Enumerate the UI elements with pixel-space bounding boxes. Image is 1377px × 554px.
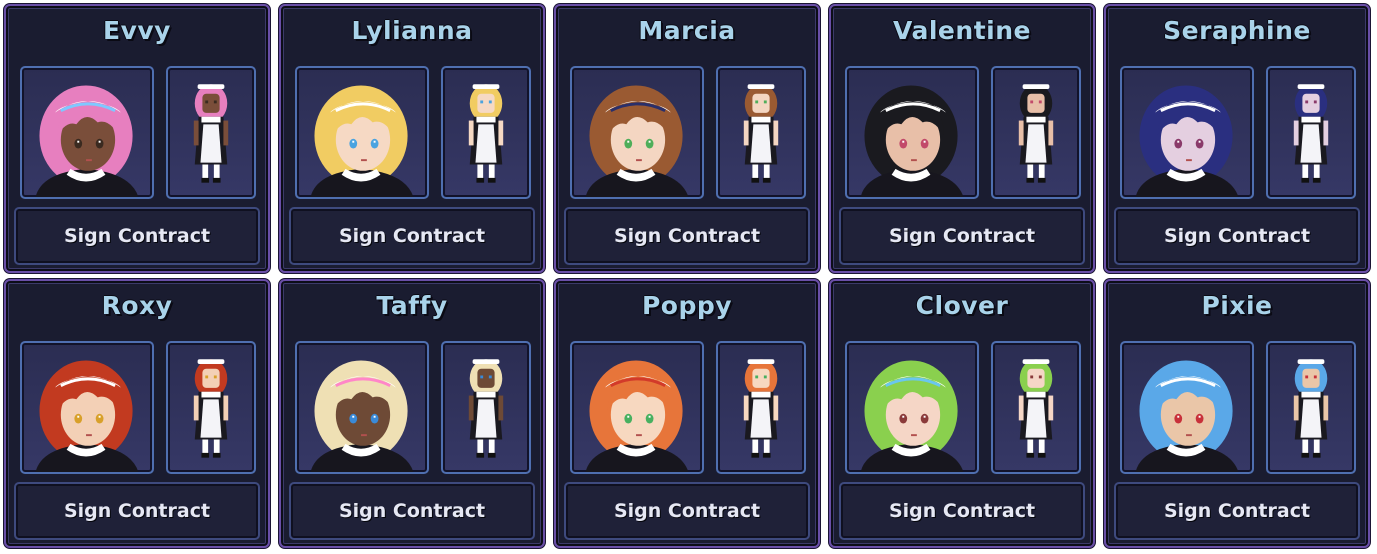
sign-contract-button[interactable]: Sign Contract xyxy=(289,207,535,265)
sprite-frame xyxy=(1266,66,1356,199)
sign-contract-button[interactable]: Sign Contract xyxy=(564,482,810,540)
character-sprite-image xyxy=(1293,359,1329,458)
character-name: Seraphine xyxy=(1163,16,1311,45)
sprite-frame xyxy=(716,341,806,474)
character-name: Lylianna xyxy=(351,16,473,45)
character-sprite-image xyxy=(743,84,779,183)
character-card: Valentine Sign Contract xyxy=(829,4,1095,273)
character-sprite-image xyxy=(1018,359,1054,458)
character-portrait-image xyxy=(310,360,414,472)
sprite-frame xyxy=(441,66,531,199)
character-card: Roxy Sign Contract xyxy=(4,279,270,548)
character-name: Poppy xyxy=(641,291,733,320)
character-portrait-image xyxy=(585,85,689,197)
portrait-frame xyxy=(570,66,704,199)
character-portrait-image xyxy=(310,85,414,197)
character-card: Lylianna Sign Contract xyxy=(279,4,545,273)
character-name: Taffy xyxy=(376,291,448,320)
sign-contract-button[interactable]: Sign Contract xyxy=(839,207,1085,265)
character-portrait-image xyxy=(1135,360,1239,472)
sign-contract-button[interactable]: Sign Contract xyxy=(839,482,1085,540)
character-card: Marcia Sign Contract xyxy=(554,4,820,273)
character-sprite-image xyxy=(193,359,229,458)
character-name: Evvy xyxy=(103,16,171,45)
contract-grid: Evvy Sign Contract Lylianna Sign Contract Ma… xyxy=(4,4,1372,550)
portrait-frame xyxy=(570,341,704,474)
character-name: Clover xyxy=(915,291,1009,320)
sprite-frame xyxy=(991,66,1081,199)
sign-contract-button[interactable]: Sign Contract xyxy=(564,207,810,265)
portrait-frame xyxy=(845,66,979,199)
sprite-frame xyxy=(1266,341,1356,474)
character-portrait-image xyxy=(860,360,964,472)
character-portrait-image xyxy=(1135,85,1239,197)
character-card: Taffy Sign Contract xyxy=(279,279,545,548)
character-name: Pixie xyxy=(1201,291,1273,320)
sign-contract-button[interactable]: Sign Contract xyxy=(1114,207,1360,265)
portrait-frame xyxy=(295,66,429,199)
character-sprite-image xyxy=(1018,84,1054,183)
character-card: Evvy Sign Contract xyxy=(4,4,270,273)
portrait-frame xyxy=(845,341,979,474)
character-portrait-image xyxy=(860,85,964,197)
sprite-frame xyxy=(166,66,256,199)
character-sprite-image xyxy=(468,359,504,458)
sprite-frame xyxy=(441,341,531,474)
character-sprite-image xyxy=(1293,84,1329,183)
character-name: Valentine xyxy=(893,16,1031,45)
portrait-frame xyxy=(20,66,154,199)
portrait-frame xyxy=(1120,66,1254,199)
character-card: Seraphine Sign Contract xyxy=(1104,4,1370,273)
character-portrait-image xyxy=(35,85,139,197)
character-portrait-image xyxy=(585,360,689,472)
character-sprite-image xyxy=(743,359,779,458)
sign-contract-button[interactable]: Sign Contract xyxy=(1114,482,1360,540)
character-sprite-image xyxy=(468,84,504,183)
character-card: Poppy Sign Contract xyxy=(554,279,820,548)
sign-contract-button[interactable]: Sign Contract xyxy=(14,482,260,540)
character-name: Roxy xyxy=(101,291,173,320)
character-card: Pixie Sign Contract xyxy=(1104,279,1370,548)
character-portrait-image xyxy=(35,360,139,472)
portrait-frame xyxy=(1120,341,1254,474)
portrait-frame xyxy=(295,341,429,474)
portrait-frame xyxy=(20,341,154,474)
sprite-frame xyxy=(716,66,806,199)
character-sprite-image xyxy=(193,84,229,183)
character-card: Clover Sign Contract xyxy=(829,279,1095,548)
character-name: Marcia xyxy=(638,16,736,45)
sprite-frame xyxy=(991,341,1081,474)
sign-contract-button[interactable]: Sign Contract xyxy=(14,207,260,265)
sign-contract-button[interactable]: Sign Contract xyxy=(289,482,535,540)
sprite-frame xyxy=(166,341,256,474)
